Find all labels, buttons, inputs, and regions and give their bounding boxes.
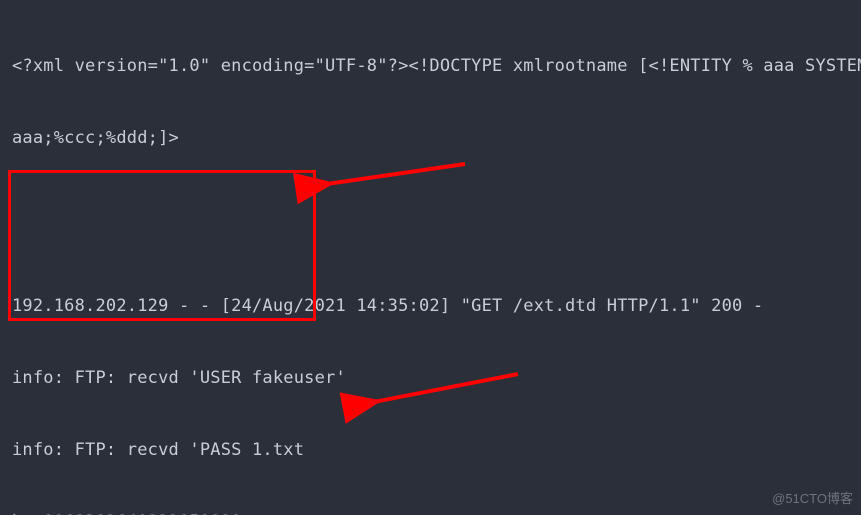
spacer [12, 198, 849, 246]
xml-header-line2: aaa;%ccc;%ddd;]> [12, 126, 849, 150]
http-request-line: 192.168.202.129 - - [24/Aug/2021 14:35:0… [12, 294, 849, 318]
ftp-pass-line: info: FTP: recvd 'PASS 1.txt [12, 438, 849, 462]
terminal-output: <?xml version="1.0" encoding="UTF-8"?><!… [0, 0, 861, 515]
ftp-user-line: info: FTP: recvd 'USER fakeuser' [12, 366, 849, 390]
leaked-file-1: bea1061393648233859820.tmp [12, 510, 849, 515]
watermark-text: @51CTO博客 [772, 487, 853, 511]
xml-header-line1: <?xml version="1.0" encoding="UTF-8"?><!… [12, 54, 849, 78]
